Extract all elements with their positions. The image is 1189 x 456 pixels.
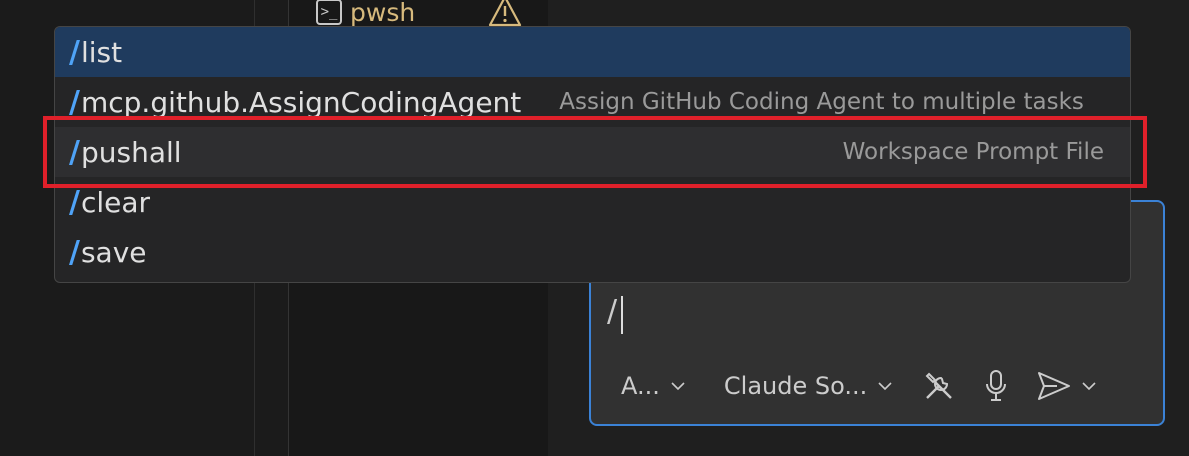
chat-input-text[interactable]: / [607, 294, 617, 329]
suggestion-command: clear [80, 185, 151, 219]
suggestion-command: mcp.github.AssignCodingAgent [80, 85, 522, 119]
chevron-down-icon [671, 382, 685, 391]
slash-prefix: / [69, 234, 80, 270]
suggestion-command: save [80, 235, 147, 269]
warning-icon[interactable] [488, 0, 522, 28]
slash-prefix: / [69, 184, 80, 220]
send-button[interactable] [1035, 369, 1097, 403]
terminal-tab-name: pwsh [350, 0, 416, 27]
suggestion-description: Assign GitHub Coding Agent to multiple t… [559, 89, 1084, 115]
slash-prefix: / [69, 84, 80, 120]
model-picker-label: Claude So... [723, 372, 868, 400]
text-caret [621, 296, 623, 334]
chat-toolbar: A... Claude So... [621, 368, 1147, 404]
microphone-button[interactable] [981, 368, 1011, 404]
annotation-highlight-box [43, 116, 1147, 188]
screen: >_ pwsh / A... Claude So... / list / mcp… [0, 0, 1189, 456]
chevron-down-icon [878, 382, 892, 391]
suggestion-item[interactable]: / list [55, 27, 1130, 77]
tools-button[interactable] [921, 368, 957, 404]
mode-picker-label: A... [621, 372, 660, 400]
tools-icon [925, 372, 953, 399]
microphone-icon [986, 370, 1007, 401]
slash-prefix: / [69, 34, 80, 70]
suggestion-command: list [80, 35, 123, 69]
mode-picker[interactable]: A... [621, 372, 686, 400]
terminal-icon: >_ [316, 0, 342, 25]
send-icon [1038, 372, 1071, 400]
suggestion-item[interactable]: / save [55, 227, 1130, 277]
chevron-down-icon[interactable] [1081, 378, 1097, 394]
model-picker[interactable]: Claude So... [724, 372, 893, 400]
